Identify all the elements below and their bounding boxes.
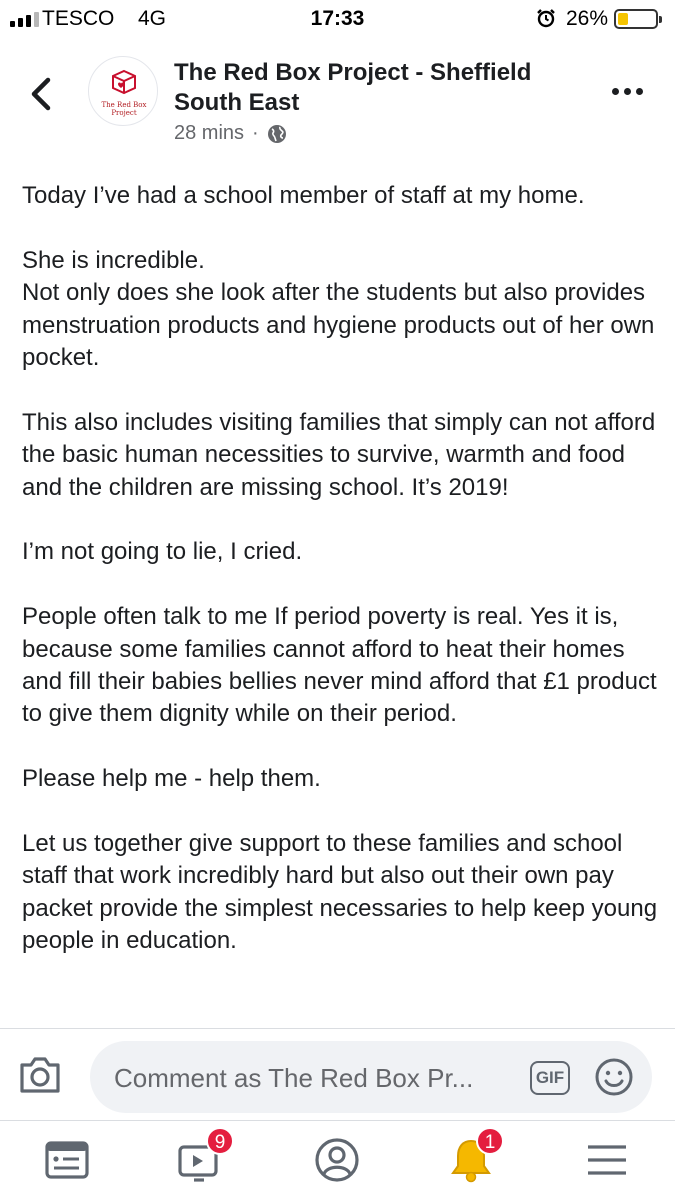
post-paragraph: People often talk to me If period povert… bbox=[22, 603, 657, 728]
globe-icon bbox=[267, 124, 286, 143]
meta-separator: · bbox=[252, 122, 259, 144]
gif-button[interactable]: GIF bbox=[530, 1061, 570, 1095]
avatar[interactable]: The Red Box Project bbox=[88, 56, 158, 126]
red-box-logo-icon bbox=[112, 69, 136, 95]
profile-icon[interactable] bbox=[312, 1135, 362, 1185]
post-paragraph: Let us together give support to these fa… bbox=[22, 830, 658, 955]
notifications-badge: 1 bbox=[476, 1127, 504, 1155]
alarm-icon bbox=[537, 9, 555, 28]
post-header: The Red Box Project The Red Box Project … bbox=[0, 38, 675, 158]
post-paragraph: I’m not going to lie, I cried. bbox=[22, 538, 303, 566]
battery-percent: 26% bbox=[566, 7, 609, 30]
tab-watch[interactable]: 9 bbox=[176, 1127, 234, 1185]
comment-placeholder: Comment as The Red Box Pr... bbox=[114, 1063, 474, 1093]
watch-badge: 9 bbox=[206, 1127, 234, 1155]
avatar-logo-text: The Red Box Project bbox=[101, 101, 147, 117]
menu-icon[interactable] bbox=[582, 1135, 632, 1185]
comment-bar: Comment as The Red Box Pr... GIF bbox=[0, 1028, 675, 1120]
battery-icon bbox=[614, 9, 662, 29]
news-feed-icon[interactable] bbox=[42, 1135, 92, 1185]
post-paragraph: Today I’ve had a school member of staff … bbox=[22, 182, 585, 209]
comment-input[interactable]: Comment as The Red Box Pr... GIF bbox=[90, 1041, 652, 1113]
smile-icon[interactable] bbox=[594, 1057, 634, 1097]
post-paragraph: Please help me - help them. bbox=[22, 765, 321, 793]
camera-icon[interactable] bbox=[18, 1055, 62, 1095]
post-meta: 28 mins · bbox=[174, 122, 287, 145]
post-paragraph: She is incredible. Not only does she loo… bbox=[22, 246, 655, 372]
back-button[interactable] bbox=[24, 74, 60, 114]
status-bar: TESCO 4G 17:33 26% bbox=[0, 0, 675, 38]
post-paragraph: This also includes visiting families tha… bbox=[22, 408, 656, 501]
tab-notifications[interactable]: 1 bbox=[446, 1127, 504, 1185]
page-name-link[interactable]: The Red Box Project - Sheffield South Ea… bbox=[174, 58, 594, 118]
post-time[interactable]: 28 mins bbox=[174, 122, 244, 145]
bottom-tab-bar: 9 1 bbox=[0, 1120, 675, 1200]
post-text: Today I’ve had a school member of staff … bbox=[22, 180, 662, 990]
more-options-button[interactable] bbox=[612, 88, 648, 102]
